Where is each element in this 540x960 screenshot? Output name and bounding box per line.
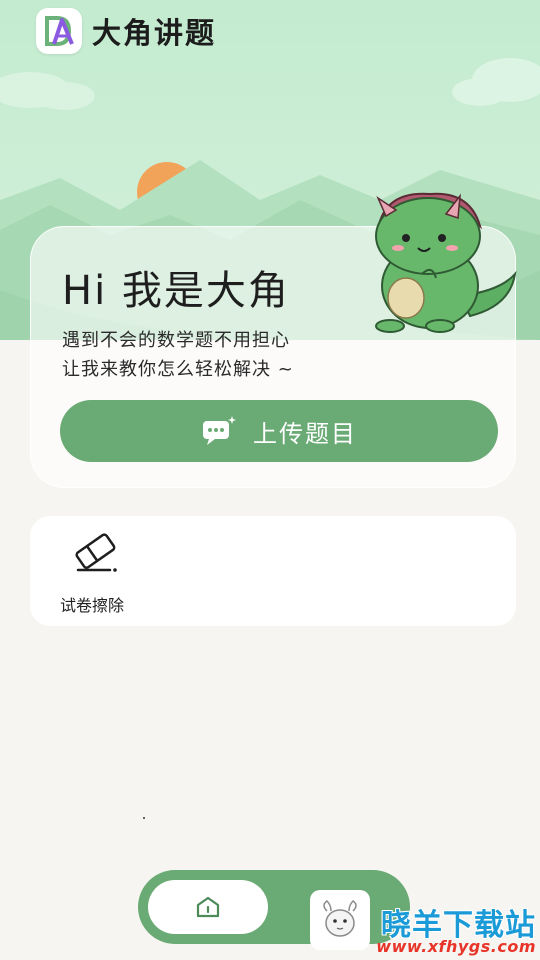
upload-button-label: 上传题目 [253, 419, 357, 448]
app-title: 大角讲题 [92, 16, 217, 50]
hero-heading: Hi 我是大角 [62, 268, 290, 314]
home-icon [196, 896, 220, 918]
hero-subtitle-line1: 遇到不会的数学题不用担心 [62, 330, 290, 351]
cloud-right [452, 58, 540, 106]
tool-paper-erase[interactable]: 试卷擦除 [46, 530, 146, 616]
sheep-mascot-tile [310, 890, 370, 950]
hero-subtitle-line2: 让我来教你怎么轻松解决 ~ [62, 359, 294, 380]
watermark-url: www.xfhygs.com [376, 937, 536, 956]
logo-icon [45, 16, 74, 46]
eraser-icon [75, 533, 117, 572]
chat-bubble-icon [203, 416, 236, 445]
upload-question-button[interactable]: 上传题目 [60, 400, 498, 462]
watermark: 晓羊下载站 www.xfhygs.com [376, 900, 540, 960]
cloud-left [0, 72, 95, 110]
stray-dot [143, 817, 145, 819]
sheep-mascot-icon [323, 900, 357, 937]
dinosaur-mascot-icon [375, 192, 517, 333]
tool-label: 试卷擦除 [60, 596, 125, 615]
app-logo [36, 8, 82, 54]
app-header: 大角讲题 [36, 8, 216, 54]
tab-home[interactable] [148, 880, 268, 934]
